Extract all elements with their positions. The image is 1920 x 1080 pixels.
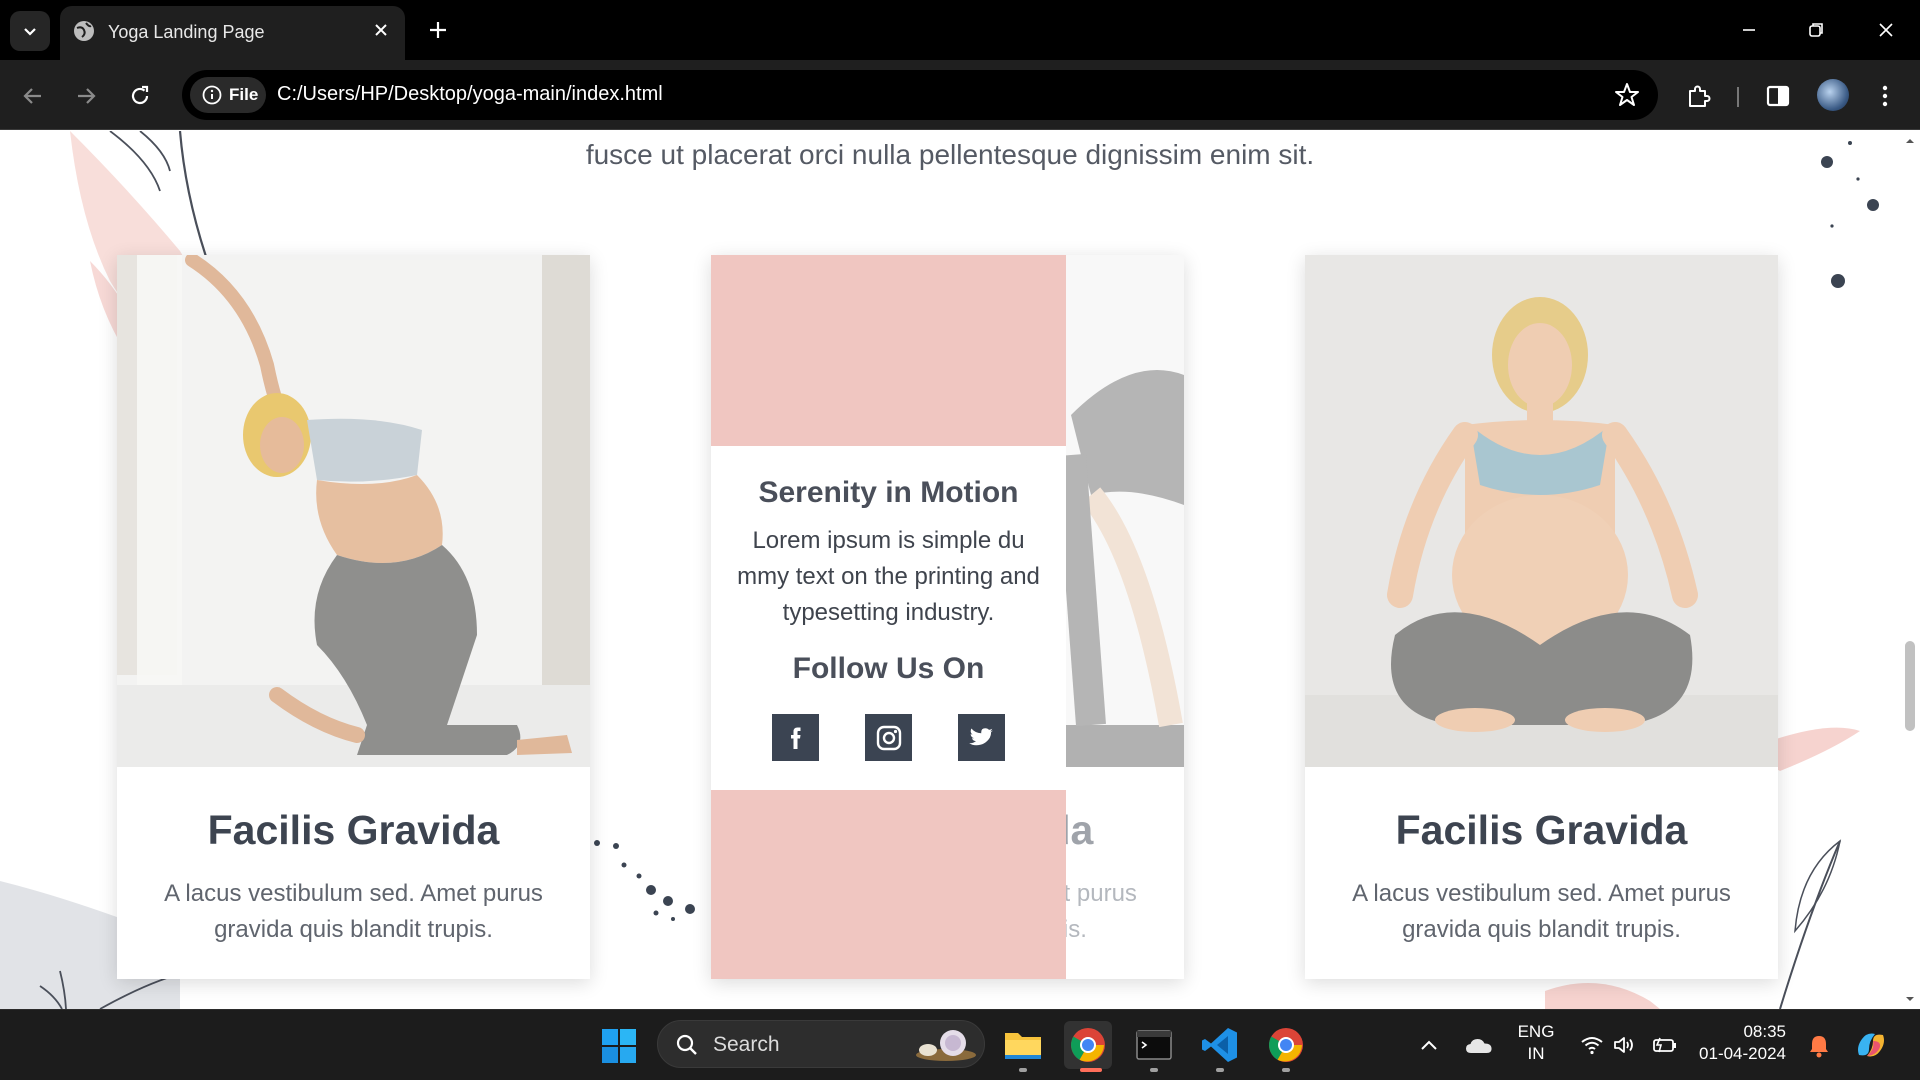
scroll-thumb[interactable]: [1905, 641, 1915, 731]
new-tab-button[interactable]: [420, 12, 456, 48]
language-indicator-line1[interactable]: ENG: [1512, 1022, 1560, 1042]
overlay-title: Serenity in Motion: [758, 476, 1019, 509]
wifi-icon[interactable]: [1580, 1035, 1604, 1055]
clock-date[interactable]: 01-04-2024: [1696, 1044, 1786, 1064]
scroll-up-arrow-icon[interactable]: [1905, 136, 1915, 146]
intro-paragraph: fusce ut placerat orci nulla pellentesqu…: [585, 139, 1315, 170]
instagram-link[interactable]: [865, 714, 912, 761]
card-text: A lacus vestibulum sed. Amet purus gravi…: [1352, 880, 1731, 943]
forward-button[interactable]: [68, 78, 104, 114]
close-window-button[interactable]: [1852, 0, 1920, 60]
close-tab-button[interactable]: [367, 16, 395, 44]
close-icon: [375, 24, 387, 36]
onedrive-cloud-icon[interactable]: [1465, 1036, 1493, 1056]
profile-avatar[interactable]: [1817, 79, 1849, 111]
overlay-text: Lorem ipsum is simple du mmy text on the…: [737, 527, 1040, 626]
side-panel-button[interactable]: [1762, 80, 1794, 112]
terminal-app[interactable]: [1130, 1021, 1178, 1069]
minimize-icon: [1743, 29, 1755, 31]
browser-toolbar: File C:/Users/HP/Desktop/yoga-main/index…: [0, 60, 1920, 130]
back-button[interactable]: [15, 78, 51, 114]
chrome-icon: [1071, 1028, 1105, 1062]
site-chip-label: File: [229, 85, 259, 104]
yoga-card-1[interactable]: Facilis Gravida A lacus vestibulum sed. …: [117, 255, 590, 979]
running-indicator: [1216, 1068, 1224, 1072]
chrome-profile-app[interactable]: [1262, 1021, 1310, 1069]
active-tab[interactable]: Yoga Landing Page: [60, 6, 405, 60]
arrow-left-icon: [23, 88, 41, 104]
scroll-down-arrow-icon[interactable]: [1905, 994, 1915, 1004]
restore-icon: [1809, 23, 1823, 37]
twitter-icon: [968, 727, 993, 745]
yoga-card-3[interactable]: Facilis Gravida A lacus vestibulum sed. …: [1305, 255, 1778, 979]
vscode-app[interactable]: [1196, 1021, 1244, 1069]
extensions-button[interactable]: [1683, 80, 1715, 112]
page-viewport: fusce ut placerat orci nulla pellentesqu…: [0, 131, 1900, 1009]
overlay-pink-block-bottom: [711, 790, 1066, 979]
puzzle-icon: [1689, 85, 1711, 107]
search-highlight-icon: [916, 1030, 976, 1061]
vscode-icon: [1202, 1028, 1237, 1062]
minimize-button[interactable]: [1715, 0, 1783, 60]
close-icon: [1879, 23, 1893, 37]
yoga-photo-side-stretch: [117, 255, 590, 767]
running-indicator: [1150, 1068, 1158, 1072]
chevron-down-icon: [24, 28, 36, 36]
follow-heading: Follow Us On: [792, 652, 985, 685]
file-explorer-app[interactable]: [999, 1021, 1047, 1069]
hover-overlay: Serenity in Motion Lorem ipsum is simple…: [711, 255, 1066, 979]
search-label: Search: [713, 1033, 780, 1056]
copilot-icon[interactable]: [1853, 1027, 1889, 1063]
address-bar[interactable]: File C:/Users/HP/Desktop/yoga-main/index…: [182, 70, 1658, 120]
yoga-card-2[interactable]: Facilis Gravida A lacus vestibulum sed. …: [711, 255, 1184, 979]
info-icon: [202, 85, 222, 105]
arrow-right-icon: [78, 88, 96, 104]
page-scrollbar[interactable]: [1900, 131, 1920, 1009]
facebook-link[interactable]: [772, 714, 819, 761]
battery-charging-icon[interactable]: [1652, 1035, 1678, 1055]
plus-icon: [430, 22, 446, 38]
card-title: Facilis Gravida: [1395, 807, 1688, 853]
language-indicator-line2[interactable]: IN: [1512, 1044, 1560, 1064]
tab-title: Yoga Landing Page: [108, 22, 265, 42]
volume-icon[interactable]: [1613, 1035, 1637, 1055]
restore-button[interactable]: [1782, 0, 1850, 60]
chrome-menu-button[interactable]: [1869, 80, 1901, 112]
terminal-icon: [1136, 1030, 1172, 1060]
tab-strip: Yoga Landing Page: [0, 0, 1920, 60]
reload-button[interactable]: [122, 78, 158, 114]
tab-search-button[interactable]: [10, 11, 50, 51]
running-indicator: [1019, 1068, 1027, 1072]
windows-taskbar: Search ENG IN 08:35 01-04-2024: [0, 1009, 1920, 1080]
instagram-icon: [876, 725, 901, 750]
search-icon: [676, 1034, 697, 1055]
side-panel-icon: [1766, 85, 1790, 107]
twitter-link[interactable]: [958, 714, 1005, 761]
yoga-photo-meditation: [1305, 255, 1778, 767]
bookmark-star-icon[interactable]: [1614, 82, 1640, 108]
active-indicator: [1080, 1068, 1102, 1072]
more-vert-icon: [1882, 85, 1888, 107]
toolbar-separator: [1737, 87, 1739, 107]
card-title: Facilis Gravida: [207, 807, 500, 853]
clock-time[interactable]: 08:35: [1696, 1022, 1786, 1042]
site-info-chip[interactable]: File: [190, 77, 266, 113]
chrome-icon: [1269, 1028, 1303, 1062]
card-text: A lacus vestibulum sed. Amet purus gravi…: [164, 880, 543, 943]
taskbar-search[interactable]: Search: [657, 1020, 985, 1068]
overlay-pink-block-top: [711, 255, 1066, 446]
globe-icon: [74, 21, 94, 41]
facebook-icon: [790, 727, 800, 749]
windows-start-icon[interactable]: [601, 1028, 637, 1064]
chrome-app-active[interactable]: [1064, 1021, 1112, 1069]
url-text[interactable]: C:/Users/HP/Desktop/yoga-main/index.html: [277, 83, 663, 106]
chevron-up-icon[interactable]: [1419, 1036, 1439, 1056]
notification-bell-icon[interactable]: [1808, 1034, 1830, 1058]
folder-icon: [1005, 1033, 1041, 1059]
running-indicator: [1282, 1068, 1290, 1072]
reload-icon: [131, 85, 149, 105]
